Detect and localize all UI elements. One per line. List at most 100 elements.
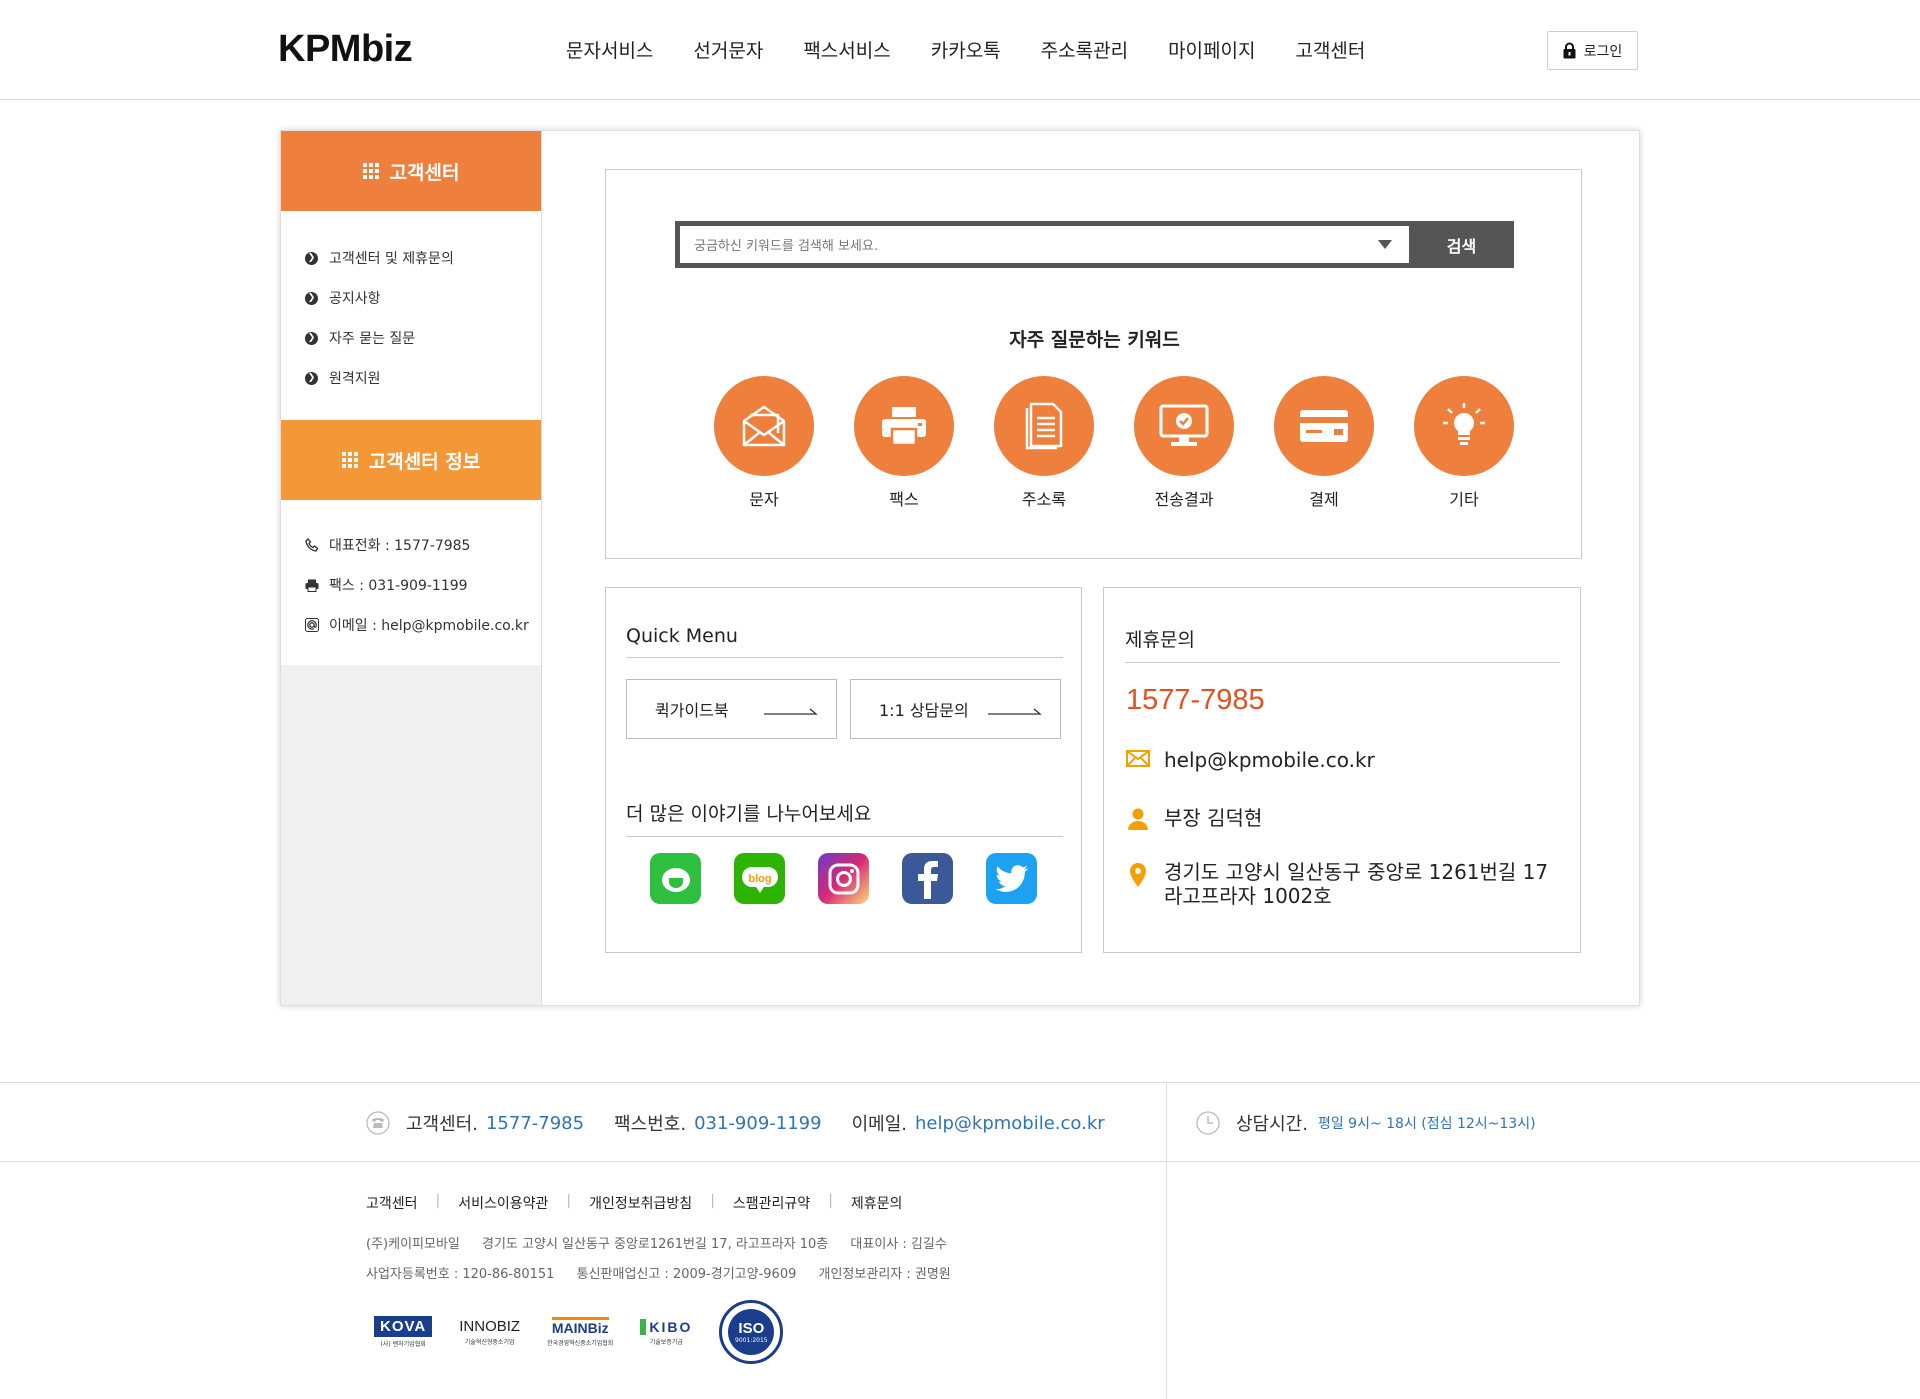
login-button[interactable]: 로그인 (1547, 31, 1638, 70)
footer-email-label: 이메일. (851, 1114, 907, 1135)
sidebar-info-title-text: 고객센터 정보 (368, 450, 481, 473)
kibo-logo: KIBO 기술보증기금 (640, 1318, 692, 1346)
footer-business-number: 사업자등록번호 : 120-86-80151 (366, 1267, 555, 1282)
footer-company-info: (주)케이피모바일 경기도 고양시 일산동구 중앙로1261번길 17, 라고프… (366, 1233, 965, 1252)
instagram-icon[interactable] (818, 853, 869, 904)
document-icon (1025, 402, 1063, 450)
footer-link-spam-policy[interactable]: 스팸관리규약 (733, 1193, 810, 1213)
sidebar-item-partnership[interactable]: ❯ 고객센터 및 제휴문의 (281, 238, 541, 278)
footer-divider (1166, 1082, 1167, 1399)
keyword-etc[interactable]: 기타 (1394, 376, 1534, 510)
footer-link-terms[interactable]: 서비스이용약관 (458, 1193, 548, 1213)
one-on-one-inquiry-button[interactable]: 1:1 상담문의 (850, 679, 1061, 739)
sidebar-info: 대표전화 : 1577-7985 팩스 : 031-909-1199 이메일 :… (281, 500, 541, 665)
divider: | (435, 1193, 441, 1209)
chevron-right-icon: ❯ (305, 331, 318, 345)
search-button[interactable]: 검색 (1409, 221, 1514, 268)
sidebar-item-label: 공지사항 (329, 291, 381, 307)
keyword-circle (854, 376, 954, 476)
quick-menu-panel: Quick Menu 퀵가이드북 1:1 상담문의 더 많은 이야기를 나누어보… (605, 587, 1082, 953)
keyword-list: 문자 팩스 주소록 전송결과 결제 기타 (694, 376, 1534, 510)
nav-item-election-sms[interactable]: 선거문자 (693, 36, 763, 63)
keyword-circle (714, 376, 814, 476)
sidebar-title: 고객센터 (281, 131, 541, 211)
nav-item-customer-center[interactable]: 고객센터 (1295, 36, 1365, 63)
chevron-right-icon: ❯ (305, 371, 318, 385)
sidebar-item-remote-support[interactable]: ❯ 원격지원 (281, 358, 541, 398)
keyword-sms[interactable]: 문자 (694, 376, 834, 510)
footer-email-value[interactable]: help@kpmobile.co.kr (915, 1113, 1105, 1134)
keyword-title: 자주 질문하는 키워드 (1009, 329, 1180, 351)
footer-phone-value: 1577-7985 (485, 1112, 585, 1134)
keyword-address-book[interactable]: 주소록 (974, 376, 1114, 510)
sidebar-info-title: 고객센터 정보 (281, 420, 541, 500)
lock-icon (1563, 42, 1576, 59)
dropdown-arrow-icon[interactable] (1378, 240, 1392, 249)
sidebar-item-label: 원격지원 (329, 371, 381, 387)
footer-privacy-manager: 개인정보관리자 : 권명원 (818, 1267, 951, 1282)
footer-link-customer-center[interactable]: 고객센터 (366, 1193, 418, 1213)
footer-contact: 고객센터. 1577-7985 팩스번호. 031-909-1199 이메일. … (366, 1110, 1135, 1136)
chevron-right-icon: ❯ (305, 291, 318, 305)
clock-icon (1196, 1111, 1220, 1135)
kova-logo-sub: (사) 벤처기업협회 (380, 1341, 426, 1348)
share-title: 더 많은 이야기를 나누어보세요 (626, 799, 1063, 837)
info-email-text: 이메일 : help@kpmobile.co.kr (329, 618, 529, 634)
main-nav: 문자서비스 선거문자 팩스서비스 카카오톡 주소록관리 마이페이지 고객센터 (566, 36, 1405, 63)
certification-logos: KOVA (사) 벤처기업협회 INNOBIZ 기술혁신형중소기업 MAINBi… (374, 1300, 810, 1364)
quick-guide-button[interactable]: 퀵가이드북 (626, 679, 837, 739)
nav-item-kakaotalk[interactable]: 카카오톡 (931, 36, 1001, 63)
nav-item-sms[interactable]: 문자서비스 (566, 36, 653, 63)
logo[interactable]: KPMbiz (278, 28, 413, 71)
facebook-icon[interactable] (902, 853, 953, 904)
phone-icon (305, 538, 319, 552)
nav-item-mypage[interactable]: 마이페이지 (1168, 36, 1255, 63)
credit-card-icon (1300, 410, 1348, 442)
keyword-payment[interactable]: 결제 (1254, 376, 1394, 510)
info-phone-text: 대표전화 : 1577-7985 (329, 538, 471, 554)
iso-certification-logo: ISO 9001:2015 (719, 1300, 784, 1364)
footer-fax-label: 팩스번호. (614, 1114, 687, 1135)
search-input[interactable]: 궁금하신 키워드를 검색해 보세요. (680, 226, 1409, 263)
innobiz-logo-text: INNOBIZ (459, 1318, 521, 1335)
long-arrow-icon (988, 708, 1042, 715)
partnership-address: 경기도 고양시 일산동구 중앙로 1261번길 17 라고프라자 1002호 (1126, 860, 1548, 908)
partnership-email: help@kpmobile.co.kr (1126, 748, 1375, 772)
mainbiz-logo-sub: 한국경영혁신중소기업협회 (547, 1340, 614, 1347)
fax-icon (305, 579, 319, 592)
envelope-icon (1126, 750, 1150, 767)
nav-item-fax[interactable]: 팩스서비스 (803, 36, 890, 63)
innobiz-logo-sub: 기술혁신형중소기업 (464, 1339, 515, 1346)
keyword-circle (1134, 376, 1234, 476)
keyword-fax[interactable]: 팩스 (834, 376, 974, 510)
envelope-icon (742, 405, 786, 447)
keyword-label: 문자 (749, 490, 779, 509)
divider: | (566, 1193, 572, 1209)
phone-icon (366, 1111, 390, 1135)
search-bar: 궁금하신 키워드를 검색해 보세요. 검색 (675, 221, 1514, 268)
sns-list: blog (650, 853, 1070, 904)
grid-icon (341, 452, 358, 468)
info-email: 이메일 : help@kpmobile.co.kr (281, 605, 541, 645)
footer-company-address: 경기도 고양시 일산동구 중앙로1261번길 17, 라고프라자 10층 (482, 1237, 829, 1252)
nav-item-address-book[interactable]: 주소록관리 (1041, 36, 1128, 63)
kova-logo-text: KOVA (374, 1316, 433, 1337)
footer-link-partnership[interactable]: 제휴문의 (851, 1193, 903, 1213)
keyword-send-result[interactable]: 전송결과 (1114, 376, 1254, 510)
footer-registration-info: 사업자등록번호 : 120-86-80151 통신판매업신고 : 2009-경기… (366, 1263, 969, 1282)
twitter-icon[interactable] (986, 853, 1037, 904)
quick-menu-title: Quick Menu (626, 625, 1063, 658)
keyword-label: 기타 (1449, 490, 1479, 509)
footer-hours: 상담시간. 평일 9시~ 18시 (점심 12시~13시) (1196, 1110, 1536, 1136)
footer-links: 고객센터 | 서비스이용약관 | 개인정보취급방침 | 스팸관리규약 | 제휴문… (366, 1193, 902, 1213)
iso-logo-sub: 9001:2015 (735, 1337, 768, 1344)
partnership-address-line1: 경기도 고양시 일산동구 중앙로 1261번길 17 (1164, 860, 1549, 884)
sidebar-item-notice[interactable]: ❯ 공지사항 (281, 278, 541, 318)
partnership-address-line2: 라고프라자 1002호 (1164, 884, 1332, 908)
naver-blog-icon[interactable]: blog (734, 853, 785, 904)
kakao-story-icon[interactable] (650, 853, 701, 904)
sidebar-item-faq[interactable]: ❯ 자주 묻는 질문 (281, 318, 541, 358)
footer-link-privacy[interactable]: 개인정보취급방침 (589, 1193, 692, 1213)
chevron-right-icon: ❯ (305, 251, 318, 265)
long-arrow-icon (764, 708, 818, 715)
